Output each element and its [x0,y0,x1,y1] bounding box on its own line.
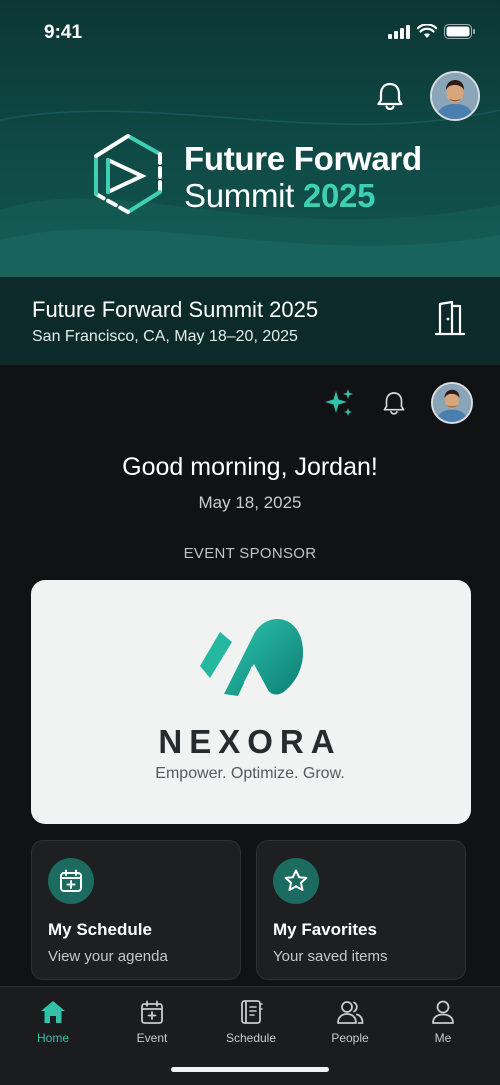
quick-card-subtitle: Your saved items [273,948,388,965]
nav-label-event: Event [136,1031,168,1045]
quick-card-subtitle: View your agenda [48,948,168,965]
hero-title-year: 2025 [302,177,376,214]
sponsor-name: NEXORA [158,723,342,760]
event-name: Future Forward Summit 2025 [32,297,319,322]
calendar-icon [141,1000,163,1024]
greeting-text: Good morning, Jordan! [122,453,378,481]
nav-item-schedule[interactable]: Schedule [206,998,296,1050]
status-icons [388,24,476,39]
avatar-portrait [433,384,471,422]
summit-logo-icon [94,134,162,214]
nexora-logo-icon [200,619,304,696]
sponsor-section-label: EVENT SPONSOR [183,545,317,562]
nav-item-me[interactable]: Me [398,998,488,1050]
notification-bell-icon[interactable] [379,388,409,418]
nav-item-people[interactable]: People [305,998,395,1050]
signal-icon [388,24,410,39]
quick-card-title: My Favorites [273,920,377,939]
people-icon [337,1001,364,1024]
status-time: 9:41 [44,22,83,43]
wifi-icon [417,24,437,38]
nav-item-event[interactable]: Event [107,998,197,1050]
nav-label-schedule: Schedule [225,1031,277,1045]
sparkle-ai-icon[interactable] [323,387,355,419]
person-icon [432,1000,454,1024]
profile-avatar[interactable] [430,71,480,121]
nav-item-home[interactable]: Home [8,998,98,1050]
sponsor-tagline: Empower. Optimize. Grow. [155,765,345,782]
current-date: May 18, 2025 [198,493,302,512]
hero-banner: 9:41 Future Forward Summit 2025 [0,0,500,277]
avatar-portrait [432,73,478,119]
event-location-dates: San Francisco, CA, May 18–20, 2025 [32,328,298,345]
hero-title-summit: Summit [184,177,295,214]
calendar-plus-icon [48,858,94,904]
hero-title-line1: Future Forward [184,140,422,177]
quick-card-title: My Schedule [48,920,152,939]
nav-label-home: Home [36,1031,69,1045]
hero-title-line2: Summit 2025 [184,177,375,215]
star-icon [273,858,319,904]
my-favorites-card[interactable]: My Favorites Your saved items [256,840,466,980]
battery-icon [444,24,475,39]
my-schedule-card[interactable]: My Schedule View your agenda [31,840,241,980]
nav-label-me: Me [434,1031,452,1045]
schedule-book-icon [241,1000,263,1024]
home-indicator [171,1067,329,1072]
exit-door-icon[interactable] [432,298,468,338]
notification-bell-icon[interactable] [372,78,408,114]
status-bar: 9:41 [0,0,500,60]
nav-label-people: People [331,1031,369,1045]
profile-avatar[interactable] [431,382,473,424]
home-icon [41,1001,65,1023]
